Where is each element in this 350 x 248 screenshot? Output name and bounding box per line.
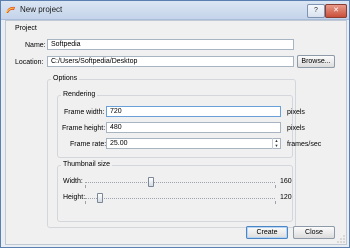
project-group-title: Project: [15, 25, 37, 32]
slider-tick: [85, 201, 86, 204]
thumb-width-slider-handle[interactable]: [148, 177, 154, 187]
resize-grip-icon[interactable]: [337, 235, 345, 243]
window-close-button[interactable]: ✕: [325, 4, 347, 18]
browse-button[interactable]: Browse...: [297, 55, 335, 68]
frame-rate-spinner[interactable]: ▲ ▼: [272, 138, 280, 149]
frame-height-unit: pixels: [287, 125, 305, 132]
thumb-height-track: [85, 198, 275, 200]
frame-rate-label: Frame rate:: [70, 141, 107, 148]
frame-height-field[interactable]: 480: [106, 122, 281, 133]
help-button[interactable]: ?: [307, 4, 325, 18]
thumb-width-value: 160: [280, 178, 292, 185]
slider-tick: [85, 185, 86, 188]
dialog-body: Project Name: Softpedia Location: C:/Use…: [5, 20, 347, 245]
thumb-width-track: [85, 182, 275, 184]
new-project-dialog: New project ? ✕ Project Name: Softpedia …: [0, 0, 350, 248]
rendering-group-title: Rendering: [61, 91, 98, 98]
frame-width-label: Frame width:: [64, 109, 105, 116]
frame-height-label: Frame height:: [62, 125, 106, 132]
window-title: New project: [20, 5, 63, 14]
slider-tick: [275, 185, 276, 188]
thumbnail-group: [57, 165, 293, 222]
thumb-height-slider-handle[interactable]: [97, 193, 103, 203]
frame-width-field[interactable]: 720: [106, 106, 281, 117]
thumb-width-label: Width:: [63, 178, 83, 185]
create-button[interactable]: Create: [246, 226, 288, 239]
frame-rate-field[interactable]: 25.00: [106, 138, 281, 149]
options-group-title: Options: [51, 75, 80, 82]
thumbnail-group-title: Thumbnail size: [61, 161, 113, 168]
app-icon: [5, 6, 15, 14]
frame-rate-unit: frames/sec: [287, 141, 322, 148]
title-bar: New project ? ✕: [1, 1, 349, 20]
close-button[interactable]: Close: [293, 226, 335, 239]
name-field[interactable]: Softpedia: [47, 39, 294, 50]
frame-width-unit: pixels: [287, 109, 305, 116]
thumb-height-value: 120: [280, 194, 292, 201]
spin-down-icon[interactable]: ▼: [273, 143, 280, 148]
thumb-height-label: Height:: [63, 194, 86, 201]
name-label: Name:: [25, 42, 46, 49]
location-field[interactable]: C:/Users/Softpedia/Desktop: [47, 56, 294, 67]
slider-tick: [275, 201, 276, 204]
location-label: Location:: [15, 59, 44, 66]
